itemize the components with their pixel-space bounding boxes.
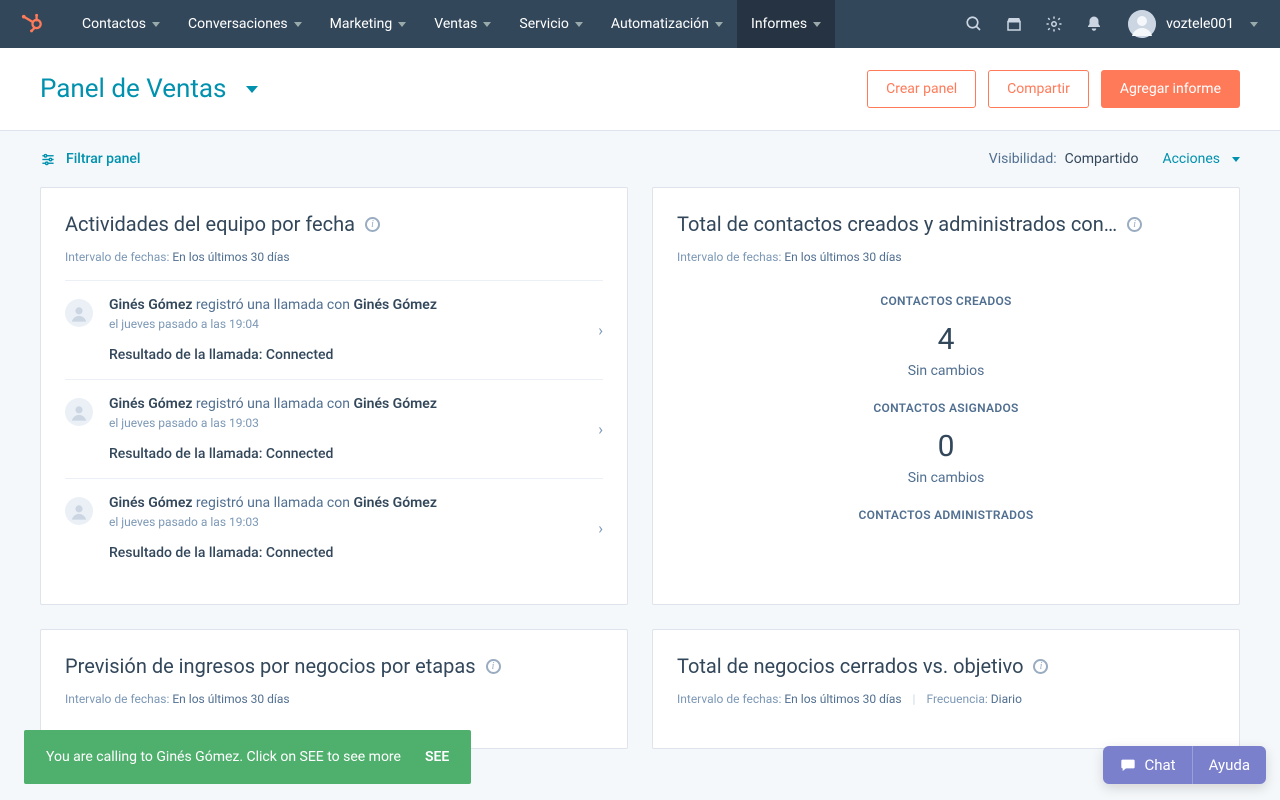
filter-panel-label: Filtrar panel — [66, 151, 140, 167]
nav-item-informes[interactable]: Informes — [737, 0, 835, 48]
metric-delta: Sin cambios — [677, 363, 1215, 379]
help-label: Ayuda — [1209, 756, 1250, 774]
chevron-down-icon — [398, 22, 406, 27]
activity-result: Resultado de la llamada: Connected — [109, 347, 603, 363]
visibility-value: Compartido — [1065, 151, 1139, 167]
nav-item-automatización[interactable]: Automatización — [597, 0, 737, 48]
chevron-down-icon — [575, 22, 583, 27]
activity-line: Ginés Gómez registró una llamada con Gin… — [109, 297, 603, 313]
toast-see-button[interactable]: SEE — [425, 749, 449, 765]
info-icon[interactable]: i — [1127, 217, 1142, 232]
chat-button[interactable]: Chat — [1103, 746, 1193, 784]
metric-label: CONTACTOS CREADOS — [677, 294, 1215, 308]
metric-label: CONTACTOS ADMINISTRADOS — [677, 508, 1215, 522]
activity-line: Ginés Gómez registró una llamada con Gin… — [109, 396, 603, 412]
search-icon[interactable] — [954, 0, 994, 48]
filter-row: Filtrar panel Visibilidad: Compartido Ac… — [0, 131, 1280, 187]
actions-label: Acciones — [1162, 151, 1220, 167]
activity-list: Ginés Gómez registró una llamada con Gin… — [65, 280, 603, 577]
settings-icon[interactable] — [1034, 0, 1074, 48]
info-icon[interactable]: i — [365, 217, 380, 232]
actions-menu[interactable]: Acciones — [1162, 151, 1240, 167]
nav-item-marketing[interactable]: Marketing — [316, 0, 421, 48]
chat-icon — [1119, 757, 1137, 773]
create-panel-button[interactable]: Crear panel — [867, 70, 976, 108]
metric-delta: Sin cambios — [677, 470, 1215, 486]
metric-label: CONTACTOS ASIGNADOS — [677, 401, 1215, 415]
metric-value: 0 — [677, 429, 1215, 464]
card-title: Total de contactos creados y administrad… — [677, 212, 1215, 236]
account-menu[interactable]: voztele001 — [1114, 10, 1268, 38]
dashboard-selector[interactable]: Panel de Ventas — [40, 74, 258, 104]
activity-time: el jueves pasado a las 19:03 — [109, 515, 603, 529]
account-name: voztele001 — [1166, 16, 1234, 32]
notifications-icon[interactable] — [1074, 0, 1114, 48]
card-title: Previsión de ingresos por negocios por e… — [65, 654, 603, 678]
nav-item-ventas[interactable]: Ventas — [420, 0, 505, 48]
chevron-down-icon — [246, 86, 258, 93]
activity-line: Ginés Gómez registró una llamada con Gin… — [109, 495, 603, 511]
activity-result: Resultado de la llamada: Connected — [109, 446, 603, 462]
chevron-down-icon — [152, 22, 160, 27]
chevron-down-icon — [715, 22, 723, 27]
activity-time: el jueves pasado a las 19:04 — [109, 317, 603, 331]
chevron-down-icon — [294, 22, 302, 27]
nav-item-contactos[interactable]: Contactos — [68, 0, 174, 48]
nav-items: ContactosConversacionesMarketingVentasSe… — [68, 0, 835, 48]
nav-item-conversaciones[interactable]: Conversaciones — [174, 0, 316, 48]
activity-item[interactable]: Ginés Gómez registró una llamada con Gin… — [65, 280, 603, 379]
card-subtitle: Intervalo de fechas: En los últimos 30 d… — [65, 692, 603, 706]
activity-result: Resultado de la llamada: Connected — [109, 545, 603, 561]
chevron-down-icon — [483, 22, 491, 27]
metric-value: 4 — [677, 322, 1215, 357]
metrics-column: CONTACTOS CREADOS 4 Sin cambios CONTACTOS A… — [677, 294, 1215, 522]
avatar-icon — [65, 299, 93, 327]
sliders-icon — [40, 152, 56, 167]
chevron-down-icon — [813, 22, 821, 27]
calling-toast: You are calling to Ginés Gómez. Click on… — [24, 730, 471, 784]
chat-widget[interactable]: Chat Ayuda — [1103, 746, 1267, 784]
activity-item[interactable]: Ginés Gómez registró una llamada con Gin… — [65, 379, 603, 478]
avatar-icon — [65, 497, 93, 525]
card-subtitle: Intervalo de fechas: En los últimos 30 d… — [677, 692, 1215, 706]
card-team-activities: Actividades del equipo por fecha i Inter… — [40, 187, 628, 605]
filter-panel-link[interactable]: Filtrar panel — [40, 151, 140, 167]
info-icon[interactable]: i — [1033, 659, 1048, 674]
avatar-icon — [1128, 10, 1156, 38]
nav-item-servicio[interactable]: Servicio — [505, 0, 597, 48]
card-subtitle: Intervalo de fechas: En los últimos 30 d… — [65, 250, 603, 264]
activity-item[interactable]: Ginés Gómez registró una llamada con Gin… — [65, 478, 603, 577]
top-nav: ContactosConversacionesMarketingVentasSe… — [0, 0, 1280, 48]
visibility-label: Visibilidad: — [989, 151, 1057, 167]
chevron-down-icon — [1250, 22, 1258, 27]
info-icon[interactable]: i — [486, 659, 501, 674]
page-title: Panel de Ventas — [40, 74, 226, 104]
help-button[interactable]: Ayuda — [1193, 746, 1266, 784]
chevron-down-icon — [1232, 157, 1240, 162]
card-contacts-created: Total de contactos creados y administrad… — [652, 187, 1240, 605]
card-deals-closed: Total de negocios cerrados vs. objetivo … — [652, 629, 1240, 749]
card-title: Actividades del equipo por fecha i — [65, 212, 603, 236]
card-title: Total de negocios cerrados vs. objetivo … — [677, 654, 1215, 678]
cards-grid: Actividades del equipo por fecha i Inter… — [0, 187, 1280, 789]
marketplace-icon[interactable] — [994, 0, 1034, 48]
chevron-right-icon[interactable]: › — [598, 519, 603, 538]
share-button[interactable]: Compartir — [988, 70, 1089, 108]
activity-time: el jueves pasado a las 19:03 — [109, 416, 603, 430]
hubspot-logo[interactable] — [20, 12, 44, 36]
toast-text: You are calling to Ginés Gómez. Click on… — [46, 749, 401, 765]
chevron-right-icon[interactable]: › — [598, 321, 603, 340]
avatar-icon — [65, 398, 93, 426]
chevron-right-icon[interactable]: › — [598, 420, 603, 439]
page-header: Panel de Ventas Crear panel Compartir Ag… — [0, 48, 1280, 131]
chat-label: Chat — [1145, 756, 1176, 774]
add-report-button[interactable]: Agregar informe — [1101, 70, 1240, 108]
card-subtitle: Intervalo de fechas: En los últimos 30 d… — [677, 250, 1215, 264]
